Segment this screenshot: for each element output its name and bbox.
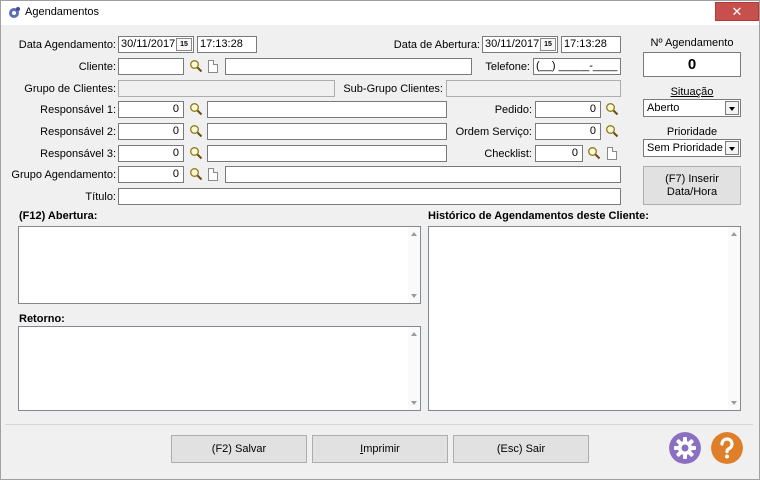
grupo-agendamento-name-input[interactable] bbox=[225, 166, 621, 183]
data-abertura-label: Data de Abertura: bbox=[393, 39, 480, 51]
grupo-clientes-label: Grupo de Clientes: bbox=[24, 83, 116, 95]
close-button[interactable]: ✕ bbox=[715, 2, 759, 21]
search-icon[interactable] bbox=[605, 102, 619, 116]
scroll-up-icon[interactable] bbox=[411, 232, 417, 236]
imprimir-button[interactable]: Imprimir bbox=[312, 435, 448, 463]
grupo-clientes-input bbox=[118, 80, 335, 97]
cliente-name-input[interactable] bbox=[225, 58, 472, 75]
numero-agendamento-label: Nº Agendamento bbox=[650, 37, 734, 49]
chevron-down-icon[interactable] bbox=[725, 141, 739, 155]
grupo-agendamento-code-input[interactable]: 0 bbox=[118, 166, 184, 183]
telefone-input[interactable]: (__) _____-____ bbox=[533, 58, 621, 75]
retorno-label: Retorno: bbox=[19, 313, 65, 325]
scroll-up-icon[interactable] bbox=[731, 232, 737, 236]
search-icon[interactable] bbox=[189, 102, 203, 116]
search-icon[interactable] bbox=[189, 59, 203, 73]
settings-gear-icon[interactable] bbox=[669, 432, 701, 464]
retorno-scrollbar[interactable] bbox=[408, 327, 420, 410]
data-agendamento-date-input[interactable]: 30/11/2017 15 bbox=[118, 36, 194, 53]
inserir-data-hora-button[interactable]: (F7) Inserir Data/Hora bbox=[643, 166, 741, 205]
calendar-icon[interactable]: 15 bbox=[176, 38, 192, 51]
search-icon[interactable] bbox=[189, 124, 203, 138]
sub-grupo-clientes-input bbox=[446, 80, 621, 97]
ordem-servico-input[interactable]: 0 bbox=[535, 123, 601, 140]
responsavel-2-label: Responsável 2: bbox=[40, 126, 116, 138]
new-document-icon[interactable] bbox=[208, 168, 218, 181]
sub-grupo-clientes-label: Sub-Grupo Clientes: bbox=[343, 83, 443, 95]
abertura-label: (F12) Abertura: bbox=[19, 210, 98, 222]
help-icon[interactable] bbox=[711, 432, 743, 464]
data-agendamento-label: Data Agendamento: bbox=[18, 39, 116, 51]
grupo-agendamento-label: Grupo Agendamento: bbox=[11, 169, 116, 181]
situacao-label: Situação bbox=[670, 86, 714, 98]
pedido-input[interactable]: 0 bbox=[535, 101, 601, 118]
titulo-label: Título: bbox=[85, 191, 116, 203]
search-icon[interactable] bbox=[189, 167, 203, 181]
calendar-icon[interactable]: 15 bbox=[540, 38, 556, 51]
pedido-label: Pedido: bbox=[494, 104, 532, 116]
close-icon: ✕ bbox=[731, 4, 743, 19]
data-abertura-date-input[interactable]: 30/11/2017 15 bbox=[482, 36, 558, 53]
scroll-up-icon[interactable] bbox=[411, 332, 417, 336]
retorno-textarea[interactable] bbox=[18, 326, 421, 411]
abertura-textarea[interactable] bbox=[18, 226, 421, 304]
sair-button[interactable]: (Esc) Sair bbox=[453, 435, 589, 463]
new-document-icon[interactable] bbox=[607, 147, 617, 160]
checklist-input[interactable]: 0 bbox=[535, 145, 583, 162]
search-icon[interactable] bbox=[587, 146, 601, 160]
numero-agendamento-value: 0 bbox=[643, 52, 741, 77]
scroll-down-icon[interactable] bbox=[411, 294, 417, 298]
responsavel-2-code-input[interactable]: 0 bbox=[118, 123, 184, 140]
app-gear-icon bbox=[9, 7, 20, 18]
prioridade-label: Prioridade bbox=[666, 126, 718, 138]
data-agendamento-time-input[interactable]: 17:13:28 bbox=[197, 36, 257, 53]
responsavel-1-name-input[interactable] bbox=[207, 101, 447, 118]
footer-divider bbox=[5, 424, 753, 425]
abertura-scrollbar[interactable] bbox=[408, 227, 420, 303]
cliente-code-input[interactable] bbox=[118, 58, 184, 75]
title-bar: Agendamentos ✕ bbox=[1, 1, 759, 25]
cliente-label: Cliente: bbox=[78, 61, 116, 73]
scroll-down-icon[interactable] bbox=[411, 401, 417, 405]
search-icon[interactable] bbox=[605, 124, 619, 138]
data-abertura-time-input[interactable]: 17:13:28 bbox=[561, 36, 621, 53]
titulo-input[interactable] bbox=[118, 188, 621, 205]
responsavel-2-name-input[interactable] bbox=[207, 123, 447, 140]
salvar-button[interactable]: (F2) Salvar bbox=[171, 435, 307, 463]
ordem-servico-label: Ordem Serviço: bbox=[455, 126, 532, 138]
telefone-label: Telefone: bbox=[485, 61, 530, 73]
window-title: Agendamentos bbox=[25, 6, 99, 18]
scroll-down-icon[interactable] bbox=[731, 401, 737, 405]
historico-label: Histórico de Agendamentos deste Cliente: bbox=[428, 210, 649, 222]
responsavel-3-label: Responsável 3: bbox=[40, 148, 116, 160]
situacao-select[interactable]: Aberto bbox=[643, 99, 741, 117]
responsavel-3-code-input[interactable]: 0 bbox=[118, 145, 184, 162]
responsavel-1-label: Responsável 1: bbox=[40, 104, 116, 116]
search-icon[interactable] bbox=[189, 146, 203, 160]
responsavel-3-name-input[interactable] bbox=[207, 145, 447, 162]
new-document-icon[interactable] bbox=[208, 60, 218, 73]
responsavel-1-code-input[interactable]: 0 bbox=[118, 101, 184, 118]
checklist-label: Checklist: bbox=[484, 148, 532, 160]
historico-list[interactable] bbox=[428, 226, 741, 411]
chevron-down-icon[interactable] bbox=[725, 101, 739, 115]
prioridade-select[interactable]: Sem Prioridade bbox=[643, 139, 741, 157]
historico-scrollbar[interactable] bbox=[728, 227, 740, 410]
